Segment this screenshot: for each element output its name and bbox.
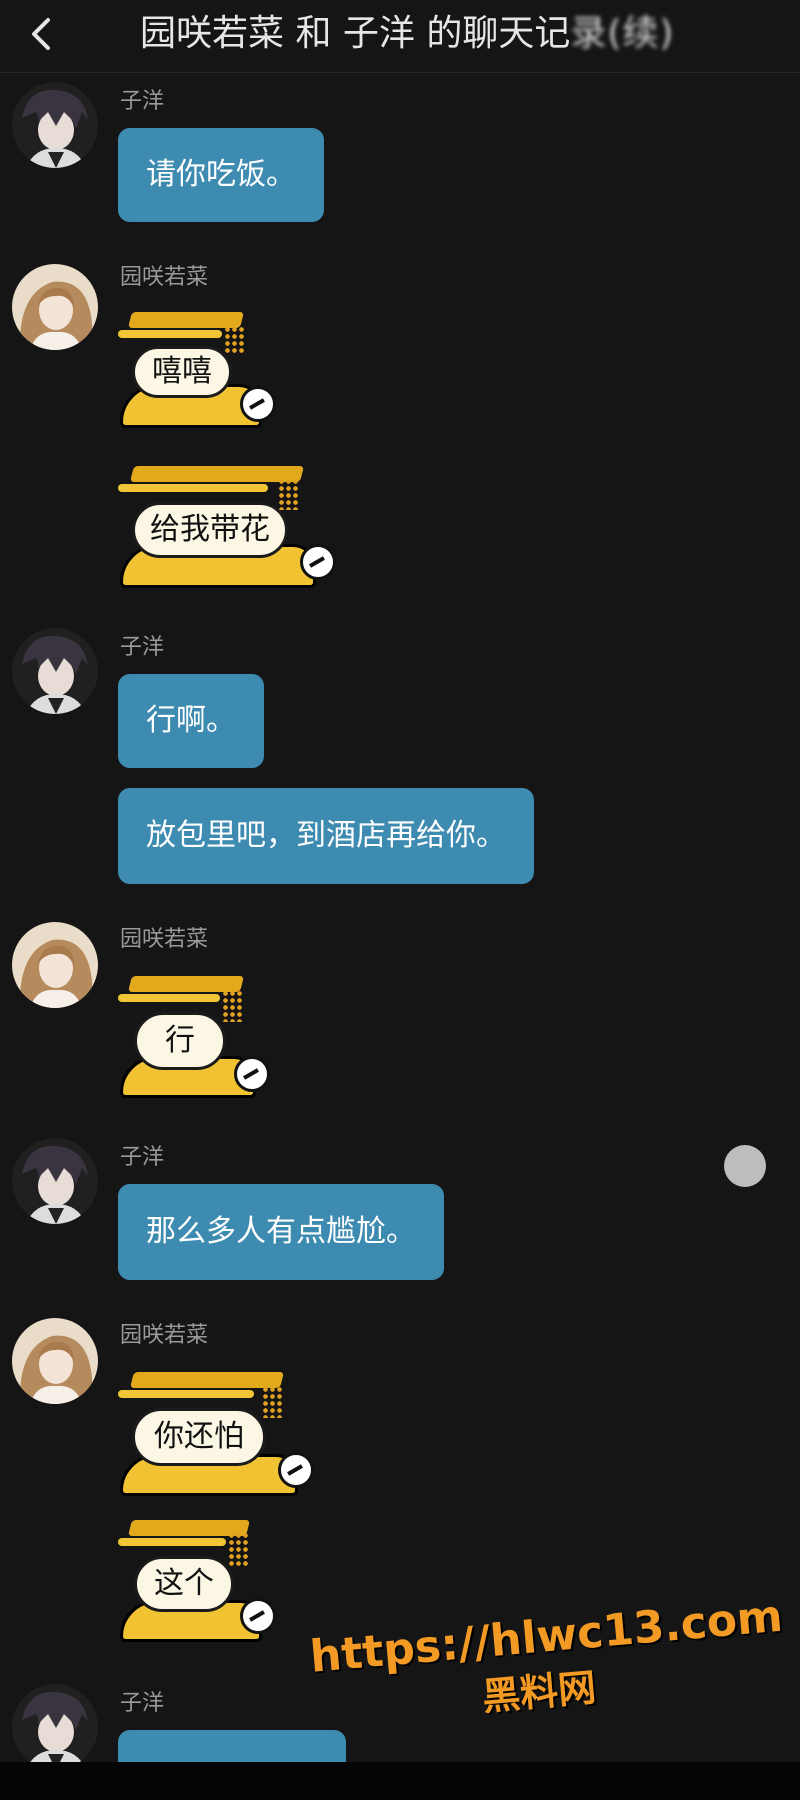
chat-header: 园咲若菜 和 子洋 的聊天记录(续) <box>0 0 800 73</box>
avatar[interactable] <box>12 264 98 350</box>
sticker-text: 给我带花 <box>132 502 288 558</box>
page-title: 园咲若菜 和 子洋 的聊天记录(续) <box>140 10 800 58</box>
sticker-hat-brim <box>118 330 222 338</box>
sticker-text: 行 <box>134 1012 226 1070</box>
hand-icon <box>278 1452 314 1488</box>
avatar[interactable] <box>12 1684 98 1770</box>
avatar[interactable] <box>12 1318 98 1404</box>
floating-scroll-button[interactable] <box>724 1145 766 1187</box>
chevron-left-icon <box>32 18 50 50</box>
sticker-message[interactable]: 你还怕 <box>118 1368 328 1496</box>
sticker-dots <box>224 326 246 354</box>
sticker-text: 你还怕 <box>132 1408 266 1466</box>
avatar[interactable] <box>12 922 98 1008</box>
hand-icon <box>234 1056 270 1092</box>
sender-name: 子洋 <box>120 635 165 660</box>
page-title-main: 园咲若菜 和 子洋 的聊天记 <box>140 13 571 54</box>
sticker-message[interactable]: 给我带花 <box>118 462 348 588</box>
sticker-dots <box>228 1532 250 1566</box>
sticker-message[interactable]: 行 <box>118 972 278 1098</box>
sender-name: 子洋 <box>120 89 165 114</box>
sender-name: 园咲若菜 <box>120 927 209 952</box>
avatar[interactable] <box>12 82 98 168</box>
avatar[interactable] <box>12 628 98 714</box>
message-bubble[interactable]: 放包里吧，到酒店再给你。 <box>118 788 534 884</box>
back-button[interactable] <box>26 14 58 54</box>
sticker-dots <box>222 990 244 1022</box>
sender-name: 园咲若菜 <box>120 265 209 290</box>
page-title-obscured: 录(续) <box>570 13 675 54</box>
sticker-hat-brim <box>118 1390 254 1398</box>
avatar[interactable] <box>12 1138 98 1224</box>
sticker-dots <box>262 1386 284 1418</box>
message-bubble[interactable]: 行啊。 <box>118 674 264 768</box>
sender-name: 园咲若菜 <box>120 1323 209 1348</box>
sticker-hat-brim <box>118 1538 226 1546</box>
sender-name: 子洋 <box>120 1145 165 1170</box>
sticker-hat-brim <box>118 484 268 492</box>
watermark: https://hlwc13.com 黑料网 <box>308 1591 785 1736</box>
sticker-dots <box>278 478 300 510</box>
sticker-message[interactable]: 这个 <box>118 1516 288 1642</box>
sticker-text: 嘻嘻 <box>132 346 232 398</box>
bottom-bar <box>0 1762 800 1800</box>
hand-icon <box>300 544 336 580</box>
message-bubble[interactable]: 那么多人有点尴尬。 <box>118 1184 444 1280</box>
sticker-text: 这个 <box>134 1556 234 1612</box>
sticker-hat-brim <box>118 994 220 1002</box>
sticker-message[interactable]: 嘻嘻 <box>118 308 288 428</box>
hand-icon <box>240 386 276 422</box>
hand-icon <box>240 1598 276 1634</box>
sender-name: 子洋 <box>120 1691 165 1716</box>
sticker-hat <box>130 1372 284 1388</box>
message-bubble[interactable]: 请你吃饭。 <box>118 128 324 222</box>
